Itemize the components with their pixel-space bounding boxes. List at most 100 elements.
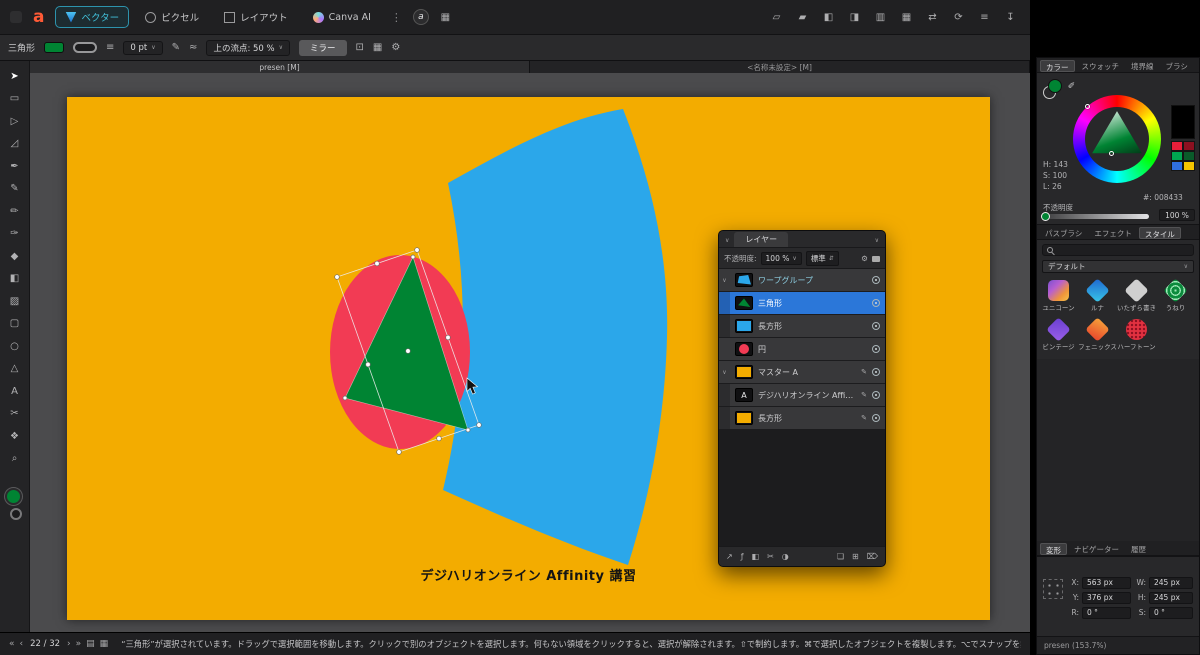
visibility-toggle[interactable] <box>872 414 880 422</box>
last-page-icon[interactable]: » <box>76 639 82 649</box>
visibility-toggle[interactable] <box>872 391 880 399</box>
grid-icon[interactable]: ▦ <box>373 42 382 53</box>
brush-tool[interactable]: ✏ <box>4 200 26 223</box>
opacity-value[interactable]: 100 % <box>1159 209 1195 221</box>
tab-history[interactable]: 履歴 <box>1126 543 1151 555</box>
edit-pen-icon[interactable]: ✎ <box>861 414 867 422</box>
move-tool[interactable]: ➤ <box>4 65 26 88</box>
y-input[interactable]: 376 px <box>1082 592 1131 604</box>
collapse-icon[interactable]: ∨ <box>725 237 729 247</box>
fill-color-indicator[interactable] <box>1048 79 1062 93</box>
transparency-tool[interactable]: ▨ <box>4 290 26 313</box>
layer-row-triangle[interactable]: 三角形 <box>719 292 885 314</box>
fx-icon[interactable]: ƒ <box>741 552 744 561</box>
first-page-icon[interactable]: « <box>9 639 15 649</box>
pages-icon[interactable]: ▤ <box>86 639 95 649</box>
lock-icon[interactable] <box>872 256 880 262</box>
styles-search-input[interactable] <box>1042 244 1194 256</box>
layer-row-text[interactable]: A デジハリオンライン Affin... ✎ <box>719 384 885 406</box>
canva-badge-icon[interactable]: a <box>413 9 429 25</box>
add-group-icon[interactable]: ❏ <box>837 552 844 561</box>
panel-menu-icon[interactable]: ∨ <box>875 237 879 247</box>
tab-effects[interactable]: エフェクト <box>1089 227 1137 239</box>
visibility-toggle[interactable] <box>872 299 880 307</box>
stroke-width-input[interactable]: 0 pt ∨ <box>123 41 162 55</box>
overflow-menu-icon[interactable]: ⋮ <box>391 11 402 24</box>
shade-marker[interactable] <box>1109 151 1114 156</box>
layer-row-circle[interactable]: 円 <box>719 338 885 360</box>
blend-mode-dropdown[interactable]: 標準 ⇵ <box>806 251 839 266</box>
boolean-add-icon[interactable]: ◧ <box>819 12 838 23</box>
text-tool[interactable]: A <box>4 380 26 403</box>
expand-caret-icon[interactable]: ∨ <box>719 277 730 284</box>
insert-behind-icon[interactable]: ▱ <box>767 12 786 23</box>
persona-layout[interactable]: レイアウト <box>215 7 297 27</box>
boolean-subtract-icon[interactable]: ◨ <box>845 12 864 23</box>
next-page-icon[interactable]: › <box>67 639 71 649</box>
mask-icon[interactable]: ◧ <box>752 552 760 561</box>
artboard-caption-text[interactable]: デジハリオンライン Affinity 講習 <box>67 565 990 584</box>
hex-value[interactable]: #: 008433 <box>1143 193 1183 202</box>
adjustment-icon[interactable]: ◑ <box>782 552 789 561</box>
grid-view-icon[interactable]: ▦ <box>100 639 109 649</box>
gradient-tool[interactable]: ◧ <box>4 268 26 291</box>
height-input[interactable]: 245 px <box>1149 592 1193 604</box>
visibility-toggle[interactable] <box>872 276 880 284</box>
rotate-icon[interactable]: ⟳ <box>949 12 968 23</box>
eyedropper-icon[interactable]: ✎ <box>1068 81 1078 89</box>
window-icon[interactable] <box>10 11 22 23</box>
color-wheel[interactable] <box>1073 95 1161 183</box>
artboard-tool[interactable]: ▭ <box>4 88 26 111</box>
style-item-unicorn[interactable]: ユニコーン <box>1039 278 1078 313</box>
layer-row-rectangle[interactable]: 長方形 <box>719 315 885 337</box>
warped-rectangle-shape[interactable] <box>443 109 667 565</box>
tab-path-brushes[interactable]: パスブラシ <box>1040 227 1087 239</box>
tab-transform[interactable]: 変形 <box>1040 543 1067 555</box>
tab-navigator[interactable]: ナビゲーター <box>1069 543 1124 555</box>
layer-row-warp-group[interactable]: ∨ ワープグループ <box>719 269 885 291</box>
crop-tool[interactable]: ✂ <box>4 403 26 426</box>
shape-tool[interactable]: △ <box>4 358 26 381</box>
tab-brushes[interactable]: ブラシ <box>1161 60 1193 72</box>
tab-swatches[interactable]: スウォッチ <box>1077 60 1125 72</box>
persona-vector[interactable]: ベクター <box>55 6 129 28</box>
boolean-divide-icon[interactable]: ▥ <box>871 12 890 23</box>
visibility-toggle[interactable] <box>872 368 880 376</box>
layer-row-master-a[interactable]: ∨ マスター A ✎ <box>719 361 885 383</box>
x-input[interactable]: 563 px <box>1082 577 1131 589</box>
insert-top-icon[interactable]: ▰ <box>793 12 812 23</box>
ellipse-tool[interactable]: ○ <box>4 335 26 358</box>
flip-horizontal-icon[interactable]: ⇄ <box>923 12 942 23</box>
swatch[interactable] <box>1171 141 1183 151</box>
width-input[interactable]: 245 px <box>1149 577 1193 589</box>
rotation-input[interactable]: 0 ° <box>1082 607 1131 619</box>
hue-marker[interactable] <box>1085 104 1090 109</box>
visibility-toggle[interactable] <box>872 322 880 330</box>
swatch[interactable] <box>1183 141 1195 151</box>
node-tool[interactable]: ▷ <box>4 110 26 133</box>
stroke-color-swatch[interactable] <box>73 42 97 53</box>
apps-grid-icon[interactable]: ▦ <box>436 12 455 23</box>
style-item-vintage[interactable]: ビンテージ <box>1039 317 1078 352</box>
mirror-button[interactable]: ミラー <box>299 40 347 56</box>
gear-icon[interactable]: ⚙ <box>861 254 868 263</box>
pressure-icon[interactable]: ≈ <box>189 42 197 53</box>
prev-page-icon[interactable]: ‹ <box>20 639 24 649</box>
delete-layer-icon[interactable]: ⌦ <box>867 552 878 561</box>
visibility-toggle[interactable] <box>872 345 880 353</box>
swatch[interactable] <box>1171 151 1183 161</box>
link-icon[interactable]: ↗ <box>726 552 733 561</box>
stroke-color-well[interactable] <box>10 508 22 520</box>
pattern-icon[interactable]: ▦ <box>897 12 916 23</box>
align-icon[interactable]: ≡ <box>975 12 994 23</box>
tab-stroke[interactable]: 境界線 <box>1126 60 1159 72</box>
edit-pen-icon[interactable]: ✎ <box>861 368 867 376</box>
persona-pixel[interactable]: ピクセル <box>136 7 208 27</box>
style-item-scribble[interactable]: いたずら書き <box>1117 278 1156 313</box>
tab-styles[interactable]: スタイル <box>1139 227 1181 239</box>
export-icon[interactable]: ↧ <box>1001 12 1020 23</box>
layer-row-rectangle-yellow[interactable]: 長方形 ✎ <box>719 407 885 429</box>
rectangle-tool[interactable]: ▢ <box>4 313 26 336</box>
styles-category-dropdown[interactable]: デフォルト ∨ <box>1042 260 1194 273</box>
blend-option-dropdown[interactable]: 上の流点: 50 % ∨ <box>206 40 290 56</box>
